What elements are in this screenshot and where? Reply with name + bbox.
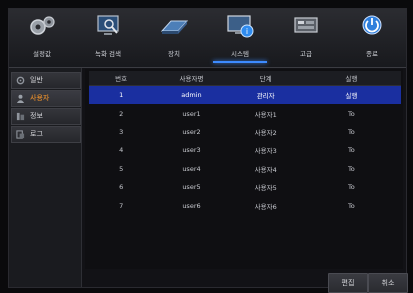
table-row[interactable]: 6 user5 사용자5 To [89, 178, 401, 196]
sidebar-item-user[interactable]: 사용자 [11, 90, 81, 107]
cell-level: 사용자5 [254, 184, 277, 193]
cell-level: 사용자1 [254, 110, 277, 119]
table-row[interactable]: 1 admin 관리자 실행 [89, 85, 401, 105]
cell-number: 2 [119, 109, 124, 118]
column-header-level: 단계 [229, 71, 302, 86]
sidebar-item-label: 일반 [30, 76, 43, 84]
cancel-button[interactable]: 취소 [368, 273, 408, 293]
active-tab-indicator [213, 61, 267, 63]
user-table: 번호 사용자명 단계 실행 1 admin 관리자 실행 2 user1 사용자… [89, 71, 401, 215]
sidebar-item-info[interactable]: 정보 [11, 108, 81, 125]
sidebar-item-general[interactable]: 일반 [11, 72, 81, 89]
cell-run: To [347, 183, 355, 192]
cell-run: To [347, 109, 355, 118]
cell-username: user5 [182, 183, 201, 192]
cell-run: To [347, 164, 355, 173]
gear-small-icon [16, 76, 25, 85]
cell-number: 4 [119, 146, 124, 155]
tool-label: 녹화 검색 [95, 50, 121, 58]
tool-setup[interactable]: 설정값 [9, 9, 75, 67]
user-list-panel: 번호 사용자명 단계 실행 1 admin 관리자 실행 2 user1 사용자… [85, 69, 403, 269]
sidebar-item-label: 사용자 [30, 94, 50, 102]
sidebar-item-log[interactable]: 로그 [11, 126, 81, 143]
sidebar-item-label: 로그 [30, 130, 43, 138]
search-monitor-icon [97, 15, 119, 35]
tool-exit[interactable]: 종료 [339, 9, 405, 67]
cell-username: user4 [182, 164, 201, 173]
cell-number: 7 [119, 201, 124, 210]
cell-run: To [347, 201, 355, 210]
device-drive-icon [160, 20, 189, 34]
tool-label: 시스템 [231, 50, 249, 58]
system-settings-window: 설정값 녹화 검색 장치 i 시스템 고급 종료 일반 사용자 정보 로그 번호… [8, 8, 408, 293]
cell-run: 실행 [301, 85, 401, 105]
svg-text:i: i [246, 27, 248, 36]
tool-advanced[interactable]: 고급 [273, 9, 339, 67]
tool-label: 고급 [300, 50, 312, 58]
tool-label: 종료 [366, 50, 378, 58]
cell-run: To [347, 127, 355, 136]
tool-label: 설정값 [33, 50, 51, 58]
cell-level: 사용자4 [254, 165, 277, 174]
table-row[interactable]: 7 user6 사용자6 To [89, 196, 401, 214]
cell-level: 사용자2 [254, 128, 277, 137]
column-header-number: 번호 [89, 71, 154, 86]
cell-number: 5 [119, 164, 124, 173]
main-toolbar: 설정값 녹화 검색 장치 i 시스템 고급 종료 [9, 9, 406, 68]
column-header-username: 사용자명 [153, 71, 230, 86]
log-icon [16, 130, 25, 139]
cell-level: 사용자3 [254, 147, 277, 156]
gear-icon [30, 16, 55, 35]
sidebar-item-label: 정보 [30, 112, 43, 120]
power-icon [362, 15, 382, 35]
cell-number: 1 [89, 85, 154, 105]
cell-run: To [347, 146, 355, 155]
tool-system[interactable]: i 시스템 [207, 9, 273, 67]
info-icon [16, 112, 25, 121]
cell-username: user3 [182, 146, 201, 155]
table-row[interactable]: 4 user3 사용자3 To [89, 141, 401, 159]
column-header-run: 실행 [301, 71, 401, 86]
sidebar: 일반 사용자 정보 로그 [9, 68, 82, 287]
cell-number: 6 [119, 183, 124, 192]
table-row[interactable]: 5 user4 사용자4 To [89, 160, 401, 178]
cell-username: user6 [182, 201, 201, 210]
tool-label: 장치 [168, 50, 180, 58]
user-icon [16, 94, 25, 103]
table-row[interactable]: 2 user1 사용자1 To [89, 104, 401, 122]
table-row[interactable]: 3 user2 사용자2 To [89, 123, 401, 141]
cell-username: user1 [182, 109, 201, 118]
cell-level: 사용자6 [254, 202, 277, 211]
advanced-icon [294, 17, 318, 33]
cell-level: 관리자 [229, 85, 302, 105]
edit-button[interactable]: 편집 [328, 273, 368, 293]
tool-device[interactable]: 장치 [141, 9, 207, 67]
system-info-icon: i [227, 15, 254, 38]
cell-username: user2 [182, 127, 201, 136]
tool-record-search[interactable]: 녹화 검색 [75, 9, 141, 67]
table-header-row: 번호 사용자명 단계 실행 [89, 71, 401, 86]
cell-username: admin [153, 85, 230, 105]
cell-number: 3 [119, 127, 124, 136]
